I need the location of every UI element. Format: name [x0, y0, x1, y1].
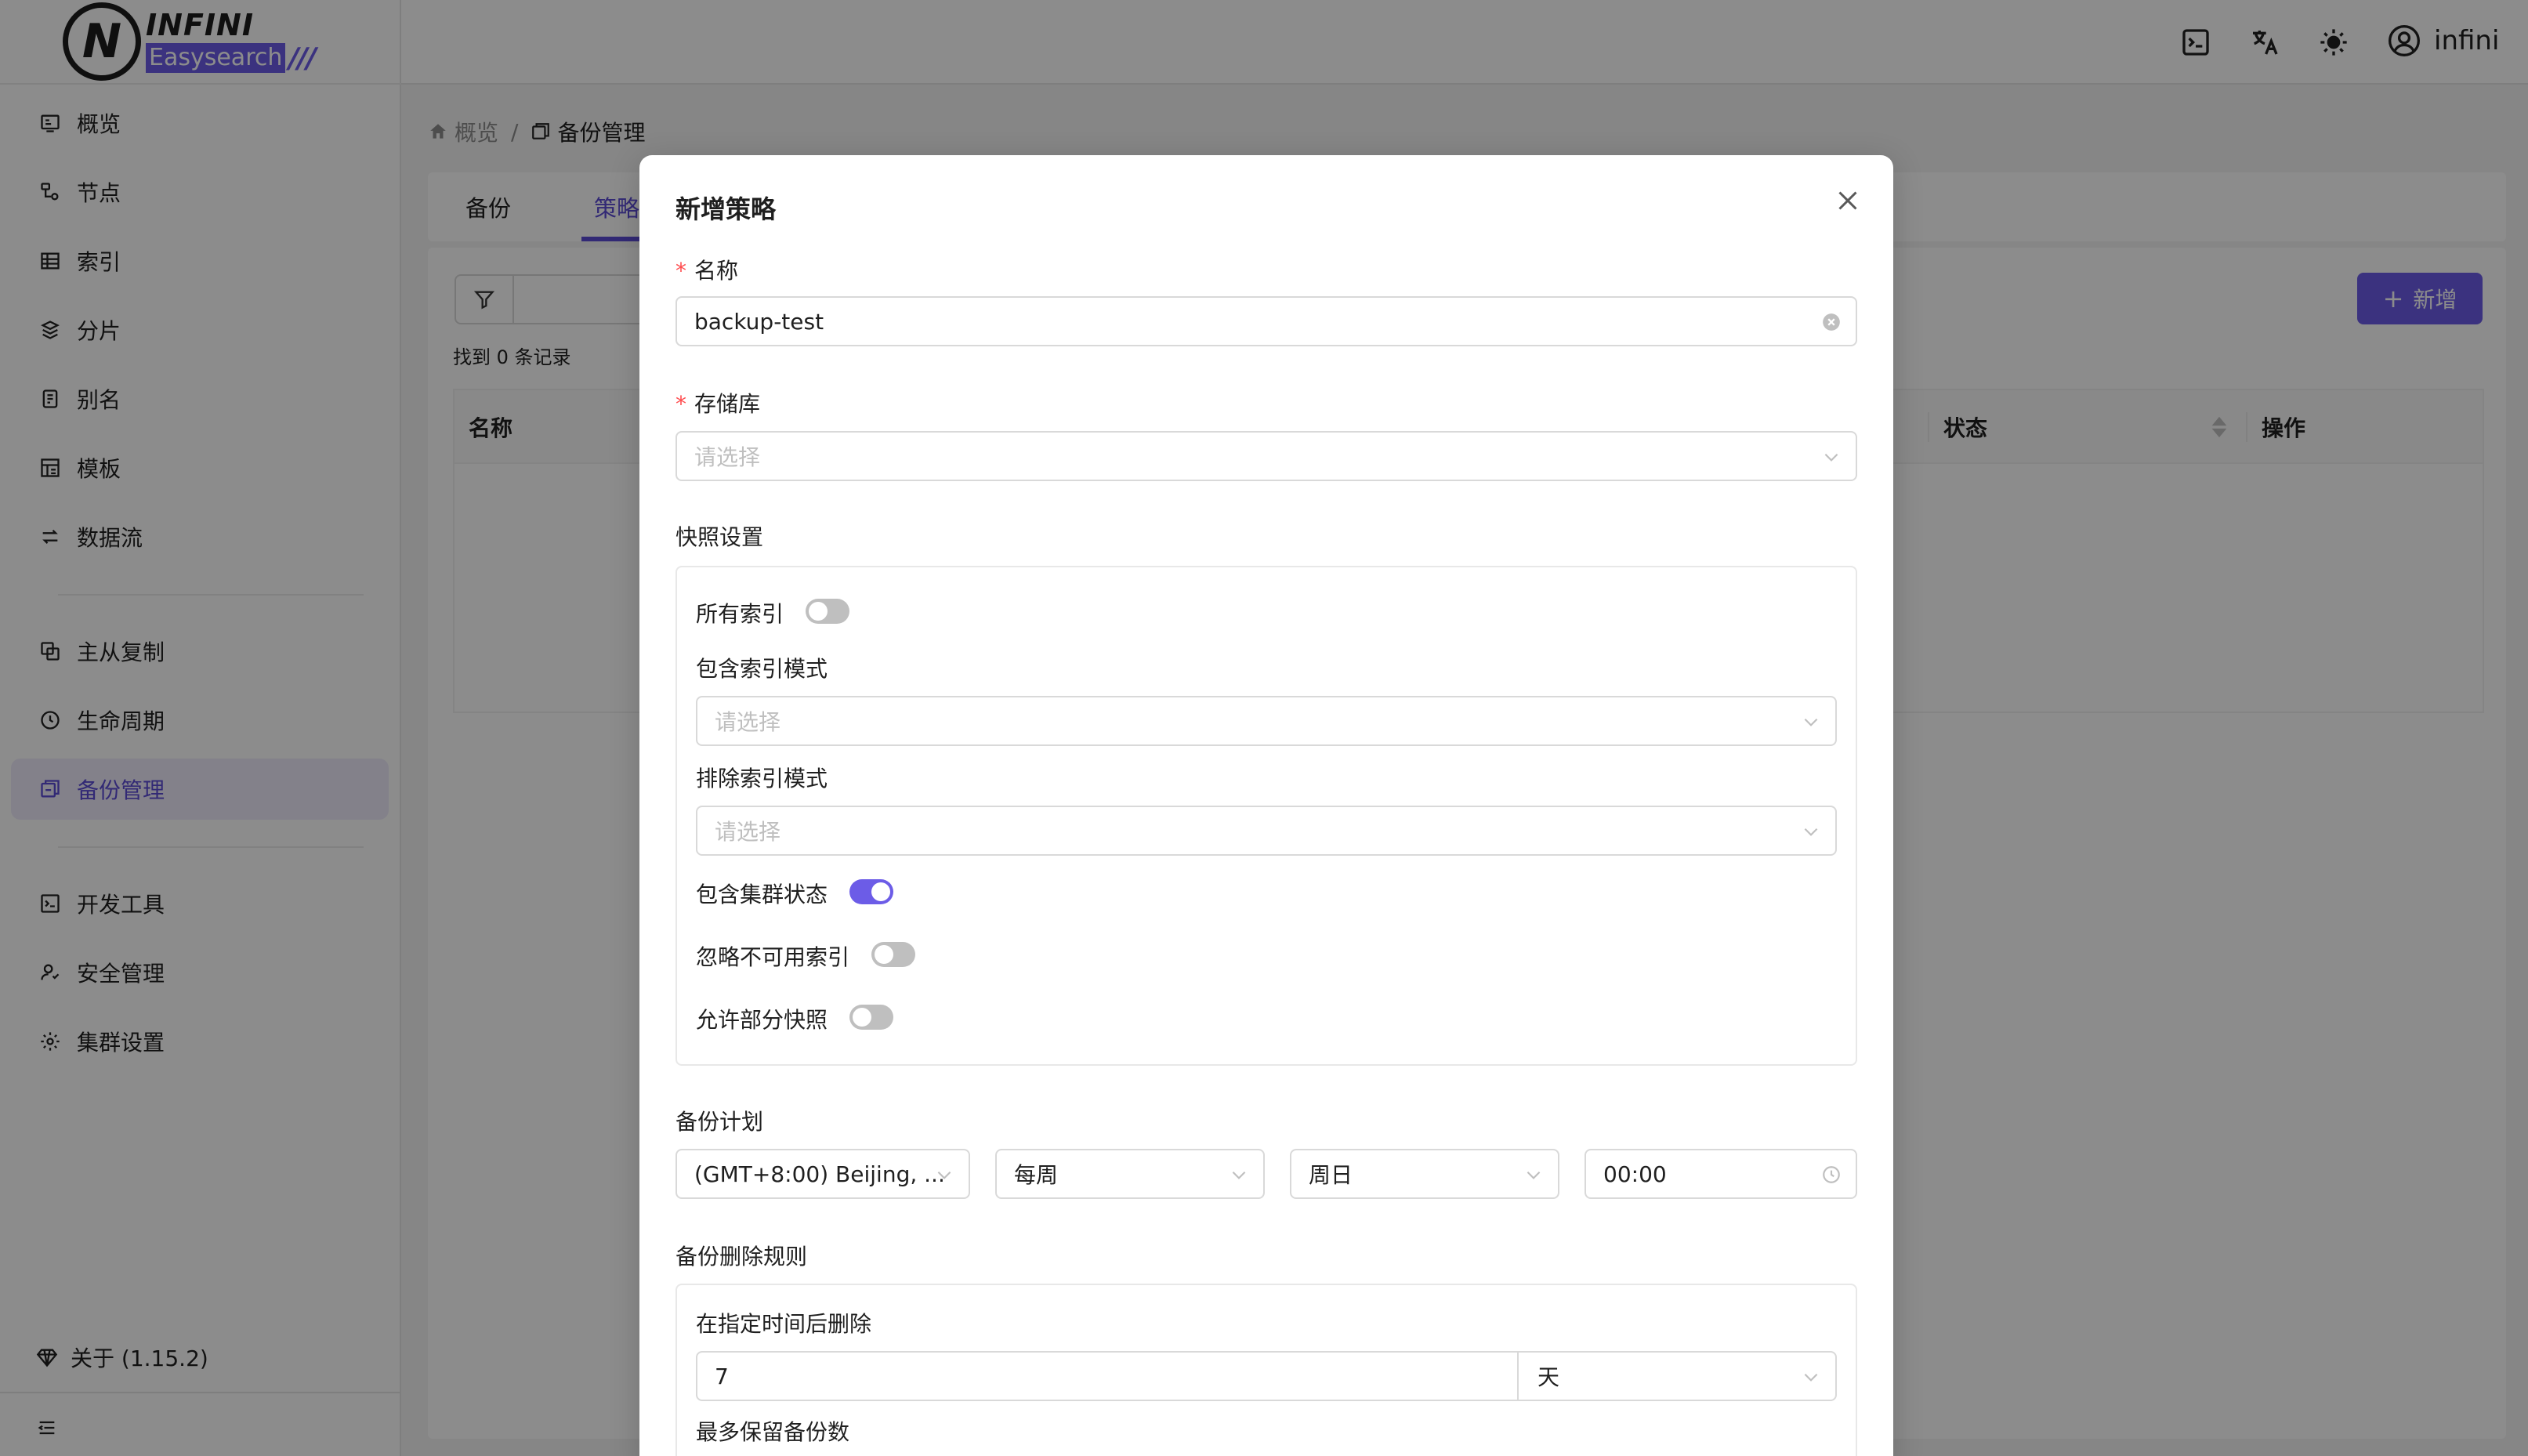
include-pattern-select[interactable]: 请选择	[696, 696, 1837, 746]
chevron-down-icon	[1804, 718, 1818, 726]
chevron-down-icon	[1232, 1171, 1246, 1179]
all-indices-label: 所有索引	[696, 601, 784, 627]
all-indices-toggle[interactable]	[806, 599, 849, 624]
repository-select[interactable]: 请选择	[675, 431, 1857, 481]
timezone-select[interactable]: (GMT+8:00) Beijing, ...	[675, 1149, 970, 1199]
ignore-unavailable-toggle[interactable]	[871, 942, 915, 967]
frequency-select[interactable]: 每周	[995, 1149, 1265, 1199]
delete-rules-label: 备份删除规则	[675, 1244, 808, 1269]
chevron-down-icon	[937, 1171, 951, 1179]
time-picker[interactable]: 00:00	[1585, 1149, 1857, 1199]
name-input[interactable]: backup-test	[675, 296, 1857, 346]
exclude-pattern-label: 排除索引模式	[696, 766, 828, 791]
max-keep-label: 最多保留备份数	[696, 1419, 850, 1445]
chevron-down-icon	[1527, 1171, 1541, 1179]
chevron-down-icon	[1804, 828, 1818, 836]
exclude-pattern-select[interactable]: 请选择	[696, 806, 1837, 856]
include-cluster-state-toggle[interactable]	[849, 879, 893, 904]
delete-after-input[interactable]: 7	[697, 1353, 1519, 1400]
chevron-down-icon	[1824, 453, 1838, 462]
include-pattern-label: 包含索引模式	[696, 656, 828, 682]
weekday-select[interactable]: 周日	[1290, 1149, 1559, 1199]
allow-partial-toggle[interactable]	[849, 1005, 893, 1030]
modal-title: 新增策略	[675, 194, 777, 224]
add-policy-modal: 新增策略 * 名称 backup-test * 存储库 请选择 快照设置 所有索引 …	[639, 155, 1893, 1456]
chevron-down-icon	[1804, 1373, 1818, 1382]
delete-after-input-group: 7 天	[696, 1351, 1837, 1401]
clear-icon[interactable]	[1821, 312, 1842, 332]
delete-after-unit-select[interactable]: 天	[1520, 1353, 1835, 1400]
repository-label: * 存储库	[675, 391, 761, 417]
ignore-unavailable-label: 忽略不可用索引	[696, 944, 850, 970]
schedule-label: 备份计划	[675, 1109, 764, 1135]
close-icon[interactable]	[1834, 187, 1862, 215]
allow-partial-label: 允许部分快照	[696, 1007, 828, 1033]
include-cluster-state-label: 包含集群状态	[696, 882, 828, 907]
snapshot-settings-label: 快照设置	[675, 524, 764, 550]
clock-icon	[1823, 1166, 1840, 1183]
name-label: * 名称	[675, 258, 739, 284]
delete-after-label: 在指定时间后删除	[696, 1311, 872, 1337]
